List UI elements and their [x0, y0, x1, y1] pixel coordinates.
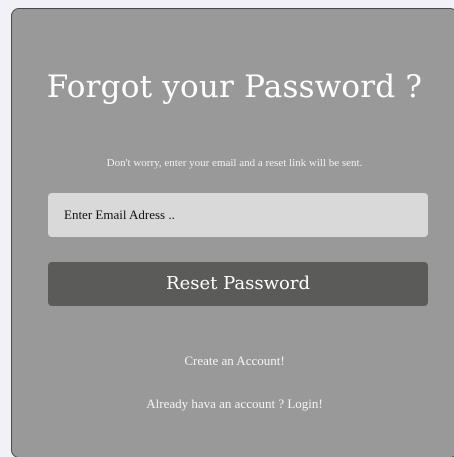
page-title: Forgot your Password ?	[46, 69, 423, 105]
forgot-password-card: Forgot your Password ? Don't worry, ente…	[11, 8, 454, 457]
email-input[interactable]	[48, 193, 428, 237]
login-link[interactable]: Already hava an account ? Login!	[12, 396, 454, 412]
create-account-link[interactable]: Create an Account!	[12, 353, 454, 369]
subtitle-text: Don't worry, enter your email and a rese…	[106, 157, 363, 169]
reset-password-button[interactable]: Reset Password	[48, 262, 428, 306]
